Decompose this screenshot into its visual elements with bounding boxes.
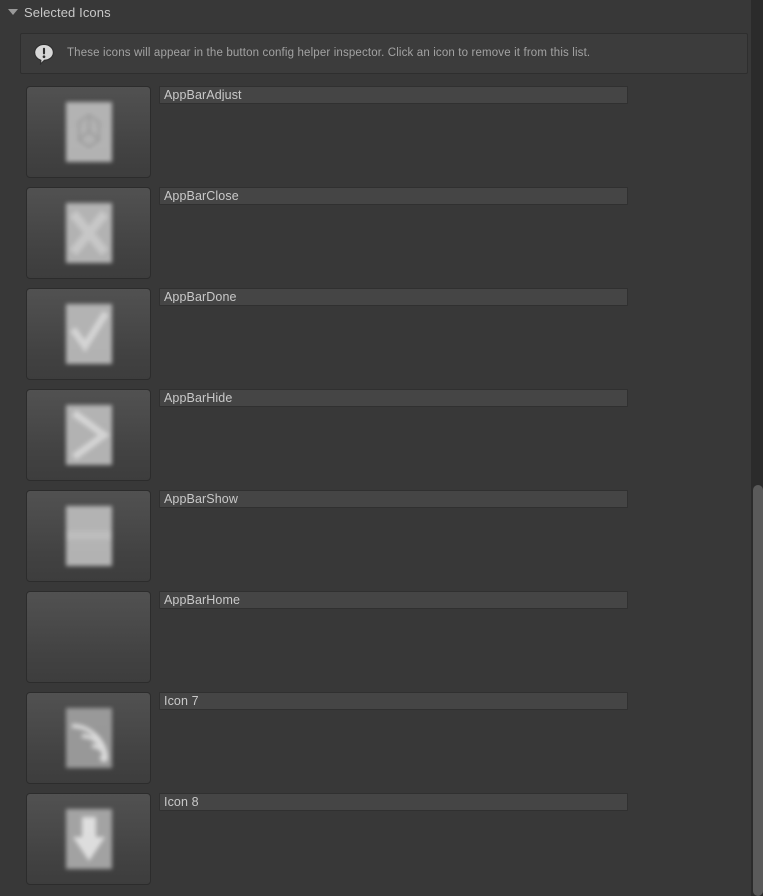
icon-row: AppBarClose	[0, 184, 751, 285]
selected-icons-foldout-header[interactable]: Selected Icons	[0, 0, 751, 24]
down-arrow-glyph-icon	[65, 809, 112, 869]
icon-name-label: AppBarAdjust	[164, 88, 242, 102]
close-x-glyph-icon	[65, 203, 112, 263]
page-title: Selected Icons	[24, 4, 111, 20]
icon-row: Icon 7	[0, 689, 751, 790]
helpbox-message: These icons will appear in the button co…	[67, 46, 591, 59]
icon-thumbnail-button[interactable]	[26, 389, 151, 481]
icon-thumbnail-button[interactable]	[26, 187, 151, 279]
info-helpbox: These icons will appear in the button co…	[20, 33, 748, 74]
icon-name-label: Icon 7	[164, 694, 199, 708]
icon-thumbnail-button[interactable]	[26, 692, 151, 784]
icon-thumbnail-button[interactable]	[26, 793, 151, 885]
inspector-panel: Selected Icons These icons will appear i…	[0, 0, 763, 896]
icon-row: AppBarAdjust	[0, 83, 751, 184]
icon-thumbnail-button[interactable]	[26, 288, 151, 380]
hide-bar-glyph-icon	[65, 405, 112, 465]
icon-name-field[interactable]: AppBarClose	[159, 187, 628, 205]
icon-name-label: AppBarClose	[164, 189, 239, 203]
icon-name-field[interactable]: Icon 7	[159, 692, 628, 710]
vertical-scrollbar-thumb[interactable]	[753, 485, 763, 896]
arcs-glyph-icon	[65, 708, 112, 768]
icon-name-label: AppBarHide	[164, 391, 233, 405]
triangle-down-icon[interactable]	[8, 9, 18, 15]
icon-row: AppBarHide	[0, 386, 751, 487]
icon-name-label: AppBarShow	[164, 492, 238, 506]
icon-name-field[interactable]: AppBarDone	[159, 288, 628, 306]
icon-row: AppBarDone	[0, 285, 751, 386]
icon-name-field[interactable]: AppBarHome	[159, 591, 628, 609]
icon-thumbnail-button[interactable]	[26, 591, 151, 683]
selected-icons-list: AppBarAdjust AppBarClose AppBarDone AppBarH…	[0, 83, 751, 891]
checkmark-glyph-icon	[65, 304, 112, 364]
icon-name-field[interactable]: AppBarHide	[159, 389, 628, 407]
info-speech-bubble-icon	[34, 43, 54, 65]
icon-name-label: Icon 8	[164, 795, 199, 809]
icon-row: Icon 8	[0, 790, 751, 891]
icon-name-label: AppBarDone	[164, 290, 237, 304]
show-dash-glyph-icon	[65, 506, 112, 566]
icon-thumbnail-button[interactable]	[26, 490, 151, 582]
icon-thumbnail-button[interactable]	[26, 86, 151, 178]
icon-name-field[interactable]: AppBarAdjust	[159, 86, 628, 104]
icon-name-label: AppBarHome	[164, 593, 241, 607]
adjust-glyph-icon	[65, 102, 112, 162]
icon-name-field[interactable]: Icon 8	[159, 793, 628, 811]
icon-name-field[interactable]: AppBarShow	[159, 490, 628, 508]
icon-row: AppBarHome	[0, 588, 751, 689]
icon-row: AppBarShow	[0, 487, 751, 588]
